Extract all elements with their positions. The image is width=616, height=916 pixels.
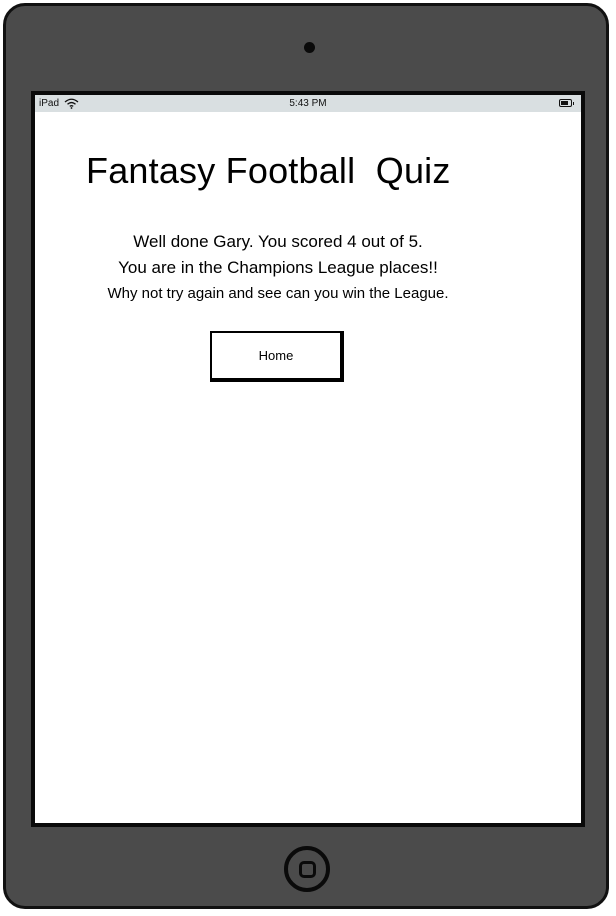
screen: iPad 5:43 PM Fantasy Football Quiz Well … xyxy=(31,91,585,827)
home-button[interactable]: Home xyxy=(210,331,344,382)
score-message: Well done Gary. You scored 4 out of 5. xyxy=(133,232,423,251)
encourage-message: Why not try again and see can you win th… xyxy=(107,285,449,302)
ipad-frame: iPad 5:43 PM Fantasy Football Quiz Well … xyxy=(3,3,609,909)
hardware-home-button[interactable] xyxy=(284,846,330,892)
status-bar: iPad 5:43 PM xyxy=(35,95,581,112)
camera-dot xyxy=(304,42,315,53)
result-message: You are in the Champions League places!! xyxy=(118,258,438,277)
page-title: Fantasy Football Quiz xyxy=(86,150,451,191)
home-square-icon xyxy=(299,861,316,878)
battery-icon xyxy=(559,99,574,107)
status-time: 5:43 PM xyxy=(289,98,327,109)
